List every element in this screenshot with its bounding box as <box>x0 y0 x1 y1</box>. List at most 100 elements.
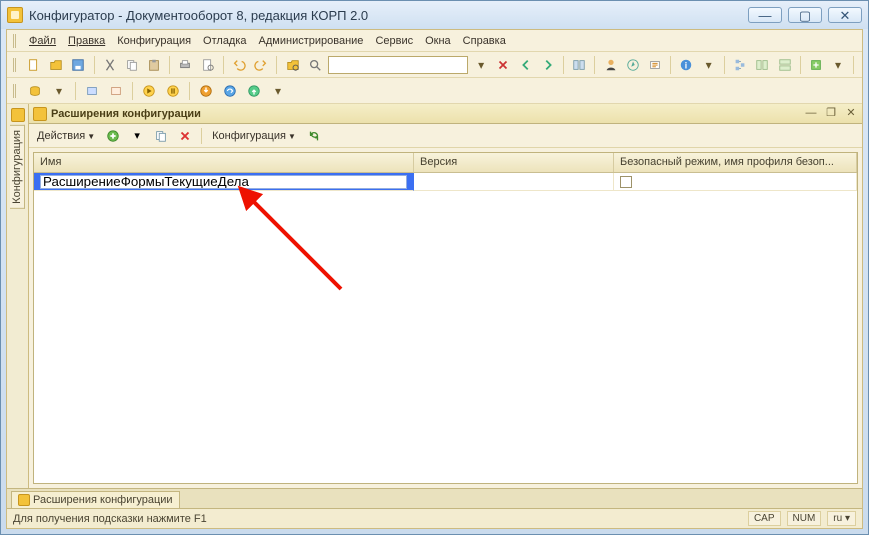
mode1-icon[interactable] <box>82 81 102 101</box>
panel-title-icon <box>33 107 47 121</box>
menu-config[interactable]: Конфигурация <box>113 34 195 48</box>
extensions-grid: Имя Версия Безопасный режим, имя профиля… <box>33 152 858 484</box>
bottom-tab-label: Расширения конфигурации <box>33 494 173 506</box>
menu-debug[interactable]: Отладка <box>199 34 250 48</box>
panel-config-menu[interactable]: Конфигурация▼ <box>208 129 300 143</box>
close-button[interactable]: ✕ <box>828 7 862 23</box>
panel-titlebar: Расширения конфигурации — ❐ ✕ <box>29 104 862 124</box>
col-version[interactable]: Версия <box>414 153 614 172</box>
minimize-button[interactable]: — <box>748 7 782 23</box>
help-dropdown-icon[interactable]: ▾ <box>700 55 718 75</box>
titlebar: Конфигуратор - Документооборот 8, редакц… <box>1 1 868 29</box>
structure1-icon[interactable] <box>731 55 749 75</box>
copy-row-icon[interactable] <box>151 126 171 146</box>
toolbar1-grip-icon <box>13 58 17 72</box>
panel-actions-menu[interactable]: Действия▼ <box>33 129 99 143</box>
find-icon[interactable] <box>306 55 324 75</box>
bottom-tabs: Расширения конфигурации <box>7 488 862 508</box>
search-dropdown-icon[interactable]: ▾ <box>472 55 490 75</box>
app-icon <box>7 7 23 23</box>
panel-restore-icon[interactable]: ❐ <box>824 108 838 120</box>
help-icon[interactable]: i <box>677 55 695 75</box>
save-icon[interactable] <box>69 55 87 75</box>
structure2-icon[interactable] <box>753 55 771 75</box>
menubar-grip-icon <box>13 34 17 48</box>
status-num: NUM <box>787 511 822 526</box>
compare-icon[interactable] <box>570 55 588 75</box>
cell-safe[interactable] <box>614 173 857 191</box>
panel-minimize-icon[interactable]: — <box>804 108 818 120</box>
prev-result-icon[interactable] <box>517 55 535 75</box>
structure3-icon[interactable] <box>775 55 793 75</box>
status-lang[interactable]: ru ▾ <box>827 511 856 526</box>
menu-help[interactable]: Справка <box>459 34 510 48</box>
step-dropdown-icon[interactable]: ▾ <box>268 81 288 101</box>
print-icon[interactable] <box>176 55 194 75</box>
menu-windows[interactable]: Окна <box>421 34 455 48</box>
new-icon[interactable] <box>25 55 43 75</box>
sidetab-config[interactable]: Конфигурация <box>10 125 25 209</box>
bottom-tab-icon <box>18 494 30 506</box>
content-row: Конфигурация Расширения конфигурации — ❐… <box>7 104 862 488</box>
menu-service[interactable]: Сервис <box>371 34 417 48</box>
status-cap: CAP <box>748 511 781 526</box>
user-icon[interactable] <box>601 55 619 75</box>
redo-icon[interactable] <box>252 55 270 75</box>
panel-close-icon[interactable]: ✕ <box>844 108 858 120</box>
db-update-icon[interactable] <box>25 81 45 101</box>
grid-header: Имя Версия Безопасный режим, имя профиля… <box>34 153 857 173</box>
delete-icon[interactable] <box>175 126 195 146</box>
nav-icon[interactable] <box>624 55 642 75</box>
undo-icon[interactable] <box>230 55 248 75</box>
search-input[interactable] <box>328 56 468 74</box>
col-name[interactable]: Имя <box>34 153 414 172</box>
cell-name[interactable] <box>34 173 414 191</box>
maximize-button[interactable]: ▢ <box>788 7 822 23</box>
db-dropdown-icon[interactable]: ▾ <box>49 81 69 101</box>
window-title: Конфигуратор - Документооборот 8, редакц… <box>29 8 368 23</box>
cell-version[interactable] <box>414 173 614 191</box>
panel-title: Расширения конфигурации <box>51 108 201 120</box>
app-window: Конфигуратор - Документооборот 8, редакц… <box>0 0 869 535</box>
grid-body[interactable] <box>34 173 857 483</box>
refresh-icon[interactable] <box>304 126 324 146</box>
pause-icon[interactable] <box>163 81 183 101</box>
run-icon[interactable] <box>139 81 159 101</box>
safe-checkbox[interactable] <box>620 176 632 188</box>
side-tabs: Конфигурация <box>7 104 29 488</box>
window-body: Файл Правка Конфигурация Отладка Админис… <box>6 29 863 529</box>
step-over-icon[interactable] <box>220 81 240 101</box>
svg-text:i: i <box>685 60 687 70</box>
bottom-tab-extensions[interactable]: Расширения конфигурации <box>11 491 180 508</box>
paste-icon[interactable] <box>145 55 163 75</box>
col-safe[interactable]: Безопасный режим, имя профиля безоп... <box>614 153 857 172</box>
preview-icon[interactable] <box>199 55 217 75</box>
panel-toolbar: Действия▼ ▾ Конфигурация▼ <box>29 124 862 148</box>
menubar: Файл Правка Конфигурация Отладка Админис… <box>7 30 862 52</box>
step-into-icon[interactable] <box>196 81 216 101</box>
copy-icon[interactable] <box>123 55 141 75</box>
add-icon[interactable] <box>103 126 123 146</box>
debug-toolbar: ▾ ▾ <box>7 78 862 104</box>
table-row[interactable] <box>34 173 857 191</box>
statusbar: Для получения подсказки нажмите F1 CAP N… <box>7 508 862 528</box>
menu-admin[interactable]: Администрирование <box>255 34 368 48</box>
menu-edit[interactable]: Правка <box>64 34 109 48</box>
commit-icon[interactable] <box>807 55 825 75</box>
commit-dropdown-icon[interactable]: ▾ <box>829 55 847 75</box>
panel-area: Расширения конфигурации — ❐ ✕ Действия▼ … <box>29 104 862 488</box>
status-hint: Для получения подсказки нажмите F1 <box>13 513 207 525</box>
open-icon[interactable] <box>47 55 65 75</box>
next-result-icon[interactable] <box>539 55 557 75</box>
add-dropdown-icon[interactable]: ▾ <box>127 126 147 146</box>
main-toolbar: ▾ i ▾ ▾ <box>7 52 862 78</box>
window-controls: — ▢ ✕ <box>748 7 862 23</box>
cut-icon[interactable] <box>100 55 118 75</box>
clear-search-icon[interactable] <box>494 55 512 75</box>
find-folder-icon[interactable] <box>283 55 301 75</box>
step-out-icon[interactable] <box>244 81 264 101</box>
menu-file[interactable]: Файл <box>25 34 60 48</box>
syntax-icon[interactable] <box>646 55 664 75</box>
name-editor[interactable] <box>40 175 407 189</box>
mode2-icon[interactable] <box>106 81 126 101</box>
